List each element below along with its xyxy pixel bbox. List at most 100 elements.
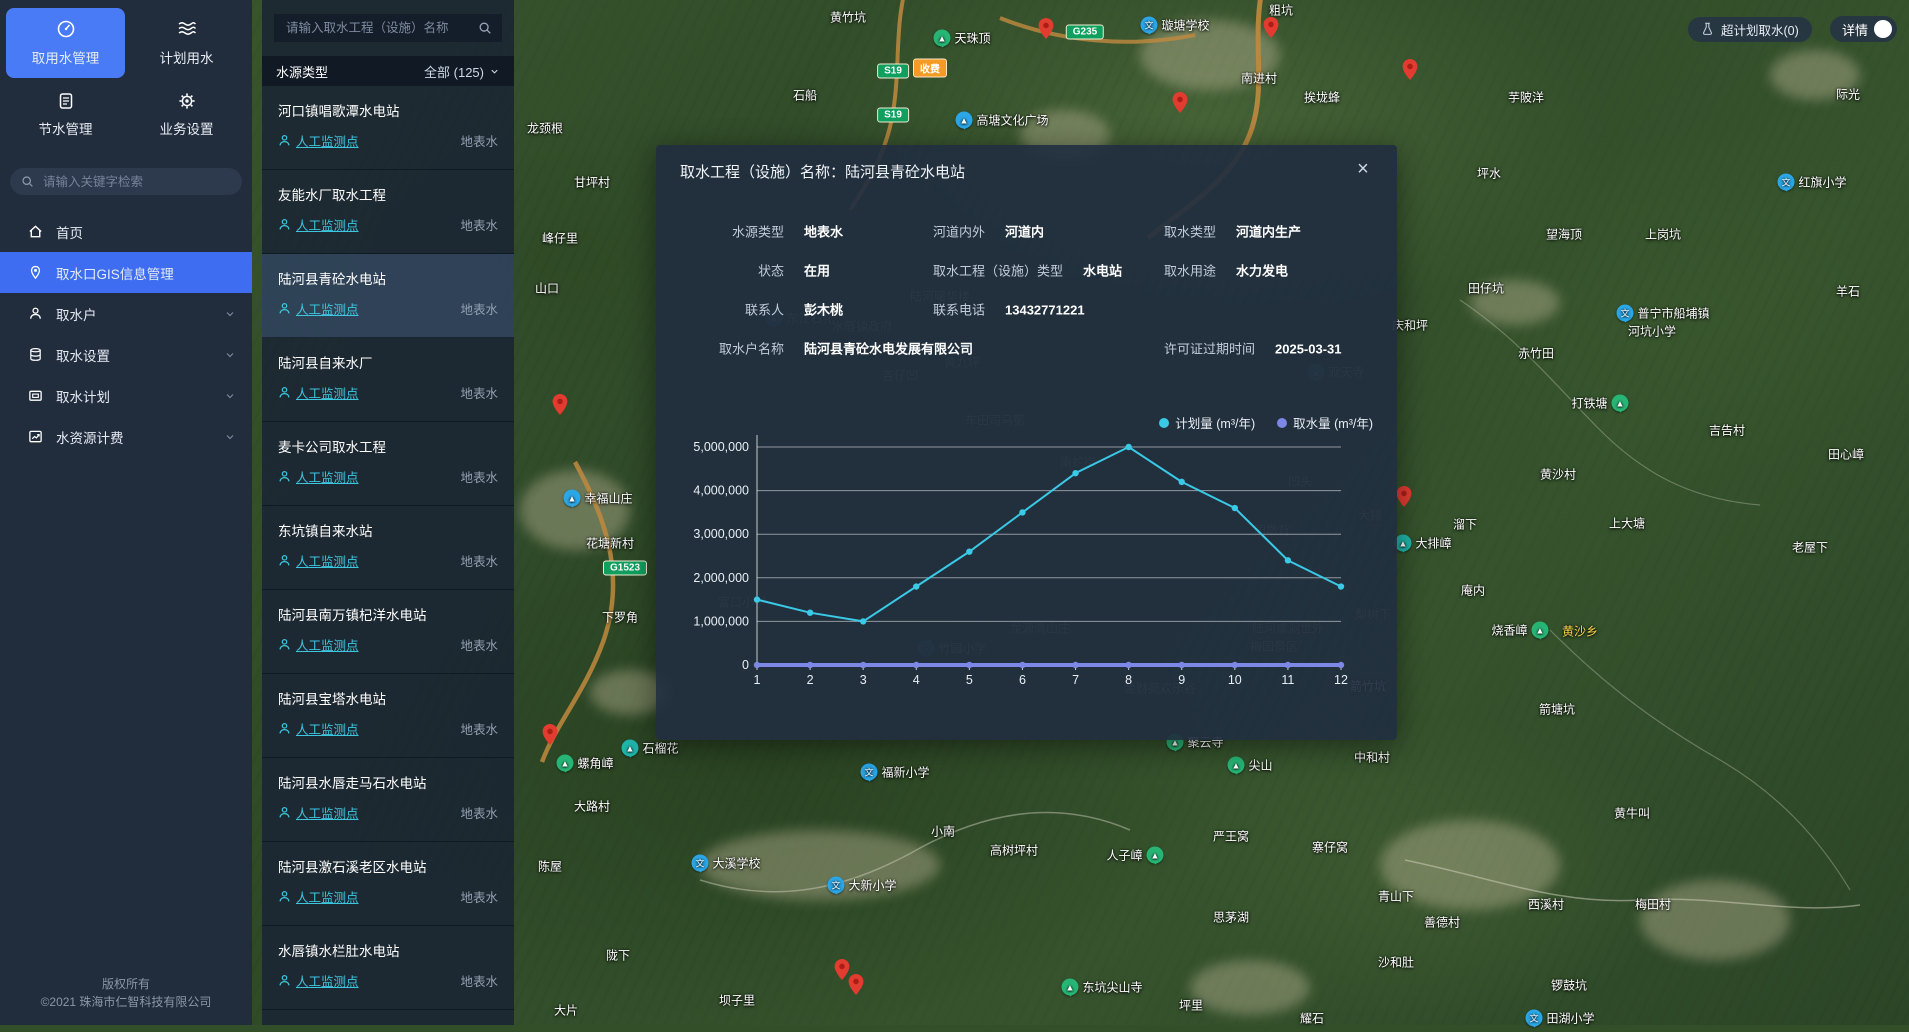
- list-item[interactable]: 水唇镇水栏肚水电站人工监测点地表水: [262, 926, 514, 1010]
- legend-item[interactable]: 取水量 (m³/年): [1277, 413, 1373, 432]
- list-item[interactable]: 陆河县青砼水电站人工监测点地表水: [262, 254, 514, 338]
- poi-marker-icon[interactable]: ▲: [621, 740, 638, 757]
- poi-marker-icon[interactable]: ▲: [1227, 757, 1244, 774]
- field-row: 取水户名称陆河县青砼水电发展有限公司许可证过期时间2025-03-31: [680, 328, 1373, 367]
- map-label-text: 烧香嶂: [1491, 622, 1527, 639]
- sidebar-item-label: 首页: [56, 222, 83, 242]
- field-label: 河道内外: [933, 221, 985, 240]
- map-label: 寨仔窝: [1312, 839, 1348, 856]
- field: 水源类型地表水: [680, 221, 843, 240]
- person-icon: [278, 890, 291, 903]
- field: 联系电话13432771221: [933, 299, 1085, 318]
- manual-monitor-link[interactable]: 人工监测点: [278, 299, 359, 318]
- legend-item[interactable]: 计划量 (m³/年): [1159, 413, 1255, 432]
- manual-monitor-link[interactable]: 人工监测点: [278, 131, 359, 150]
- list-item[interactable]: 友能水厂取水工程人工监测点地表水: [262, 170, 514, 254]
- field-value: 河道内: [1005, 221, 1044, 240]
- over-plan-alert-button[interactable]: 超计划取水(0): [1688, 17, 1812, 42]
- module-button[interactable]: 取用水管理: [6, 8, 125, 78]
- map-label: 花塘新村: [586, 535, 634, 552]
- list-item[interactable]: 陆河县水唇走马石水电站人工监测点地表水: [262, 758, 514, 842]
- poi-marker-icon[interactable]: ▲: [1612, 395, 1629, 412]
- poi-marker-icon[interactable]: ▲: [563, 490, 580, 507]
- school-marker-icon[interactable]: 文: [1616, 305, 1633, 322]
- module-button[interactable]: 节水管理: [6, 80, 125, 150]
- sidebar-item[interactable]: 水资源计费: [0, 416, 252, 457]
- list-item[interactable]: 陆河县宝塔水电站人工监测点地表水: [262, 674, 514, 758]
- map-label: 文田湖小学: [1525, 1010, 1594, 1027]
- poi-marker-icon[interactable]: ▲: [1532, 622, 1549, 639]
- sidebar-search-input[interactable]: [41, 174, 231, 190]
- poi-marker-icon[interactable]: ▲: [556, 755, 573, 772]
- poi-marker-icon[interactable]: ▲: [1061, 979, 1078, 996]
- poi-marker-icon[interactable]: ▲: [1147, 847, 1164, 864]
- manual-monitor-link[interactable]: 人工监测点: [278, 635, 359, 654]
- poi-marker-icon[interactable]: ▲: [1394, 535, 1411, 552]
- field-label: 取水类型: [1164, 221, 1216, 240]
- detail-toggle[interactable]: 详情: [1830, 16, 1897, 42]
- map-pin[interactable]: [543, 724, 558, 750]
- map-label: 挨垅蜂: [1304, 89, 1340, 106]
- legend-label: 计划量 (m³/年): [1175, 413, 1255, 432]
- map-label-text: 打铁塘: [1571, 395, 1607, 412]
- map-pin[interactable]: [849, 974, 864, 1000]
- map-label: 西溪村: [1528, 896, 1564, 913]
- map-pin[interactable]: [1264, 17, 1279, 43]
- sidebar-search[interactable]: [10, 168, 242, 195]
- manual-monitor-link[interactable]: 人工监测点: [278, 467, 359, 486]
- module-label: 节水管理: [39, 118, 93, 138]
- map-pin[interactable]: [1397, 486, 1412, 512]
- toggle-knob-icon[interactable]: [1874, 20, 1892, 38]
- manual-monitor-link[interactable]: 人工监测点: [278, 383, 359, 402]
- poi-marker-icon[interactable]: ▲: [933, 30, 950, 47]
- map-pin[interactable]: [835, 959, 850, 985]
- manual-monitor-link[interactable]: 人工监测点: [278, 803, 359, 822]
- list-item[interactable]: 陆河县激石溪老区水电站人工监测点地表水: [262, 842, 514, 926]
- detail-toggle-label: 详情: [1842, 20, 1868, 39]
- module-button[interactable]: 业务设置: [127, 80, 246, 150]
- manual-monitor-link[interactable]: 人工监测点: [278, 719, 359, 738]
- close-icon[interactable]: ×: [1351, 157, 1375, 181]
- manual-monitor-link[interactable]: 人工监测点: [278, 551, 359, 570]
- school-marker-icon[interactable]: 文: [691, 855, 708, 872]
- station-name: 水唇镇水栏肚水电站: [278, 940, 498, 960]
- manual-monitor-link[interactable]: 人工监测点: [278, 887, 359, 906]
- manual-monitor-link[interactable]: 人工监测点: [278, 215, 359, 234]
- sidebar-item[interactable]: 取水口GIS信息管理: [0, 252, 252, 293]
- map-label-text: 石船: [793, 87, 817, 104]
- school-marker-icon[interactable]: 文: [827, 877, 844, 894]
- station-search[interactable]: [274, 14, 502, 42]
- field-value: 河道内生产: [1236, 221, 1301, 240]
- map-label-text: 庆和坪: [1392, 317, 1428, 334]
- svg-text:4: 4: [913, 673, 920, 687]
- pin-icon: [28, 265, 43, 280]
- search-icon[interactable]: [478, 21, 492, 35]
- sidebar-item[interactable]: 取水计划: [0, 375, 252, 416]
- map-pin[interactable]: [1173, 92, 1188, 118]
- module-button[interactable]: 计划用水: [127, 8, 246, 78]
- manual-monitor-link[interactable]: 人工监测点: [278, 971, 359, 990]
- list-item[interactable]: 河口镇唱歌潭水电站人工监测点地表水: [262, 86, 514, 170]
- sidebar-item[interactable]: 首页: [0, 211, 252, 252]
- school-marker-icon[interactable]: 文: [1777, 174, 1794, 191]
- source-type-dropdown[interactable]: 全部 (125): [424, 62, 500, 81]
- school-marker-icon[interactable]: 文: [860, 764, 877, 781]
- school-marker-icon[interactable]: 文: [1525, 1010, 1542, 1027]
- poi-marker-icon[interactable]: ▲: [955, 112, 972, 129]
- school-marker-icon[interactable]: 文: [1140, 17, 1157, 34]
- station-search-input[interactable]: [284, 20, 478, 36]
- sidebar-item[interactable]: 取水设置: [0, 334, 252, 375]
- list-item[interactable]: 麦卡公司取水工程人工监测点地表水: [262, 422, 514, 506]
- map-pin[interactable]: [1039, 18, 1054, 44]
- person-icon: [278, 134, 291, 147]
- station-name: 河口镇唱歌潭水电站: [278, 100, 498, 120]
- list-item[interactable]: 陆河县南万镇杞洋水电站人工监测点地表水: [262, 590, 514, 674]
- sidebar-item[interactable]: 取水户: [0, 293, 252, 334]
- copyright-footer: 版权所有 ©2021 珠海市仁智科技有限公司: [0, 975, 252, 1011]
- water-source-type: 地表水: [460, 551, 498, 570]
- map-label: 甘坪村: [574, 174, 610, 191]
- map-pin[interactable]: [553, 394, 568, 420]
- map-pin[interactable]: [1403, 59, 1418, 85]
- list-item[interactable]: 陆河县自来水厂人工监测点地表水: [262, 338, 514, 422]
- list-item[interactable]: 东坑镇自来水站人工监测点地表水: [262, 506, 514, 590]
